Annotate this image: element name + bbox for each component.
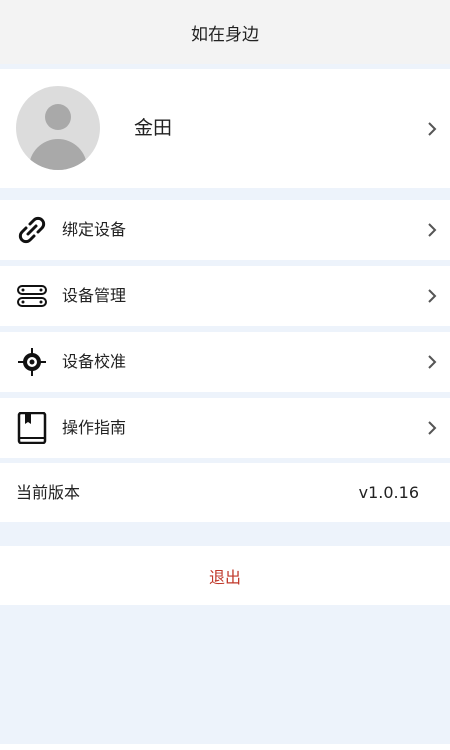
chevron-right-icon [426,289,438,303]
menu-item-bind-device[interactable]: 绑定设备 [0,200,450,260]
book-icon [16,412,48,444]
chevron-right-icon [426,355,438,369]
chevron-right-icon [426,122,438,136]
target-icon [16,346,48,378]
version-value: v1.0.16 [358,483,419,502]
logout-label: 退出 [208,567,241,587]
page-title: 如在身边 [191,24,259,45]
chevron-right-icon [426,421,438,435]
link-icon [16,214,48,246]
menu-item-device-calibration[interactable]: 设备校准 [0,332,450,392]
device-list-icon [16,280,48,312]
avatar-body-shape [29,139,87,170]
avatar-head-shape [45,104,71,130]
menu-item-operation-guide[interactable]: 操作指南 [0,398,450,458]
top-bar: 如在身边 [0,0,450,64]
version-row: 当前版本 v1.0.16 [0,463,450,522]
menu-item-label: 操作指南 [62,418,127,437]
logout-button[interactable]: 退出 [0,546,450,605]
version-label: 当前版本 [16,483,81,502]
user-name: 金田 [134,117,173,139]
menu-item-label: 绑定设备 [62,220,127,239]
chevron-right-icon [426,223,438,237]
tab-bar-edge [0,744,450,750]
menu-item-device-management[interactable]: 设备管理 [0,266,450,326]
profile-row[interactable]: 金田 [0,69,450,188]
avatar[interactable] [16,86,100,170]
menu-item-label: 设备管理 [62,286,127,305]
menu-item-label: 设备校准 [62,352,127,371]
